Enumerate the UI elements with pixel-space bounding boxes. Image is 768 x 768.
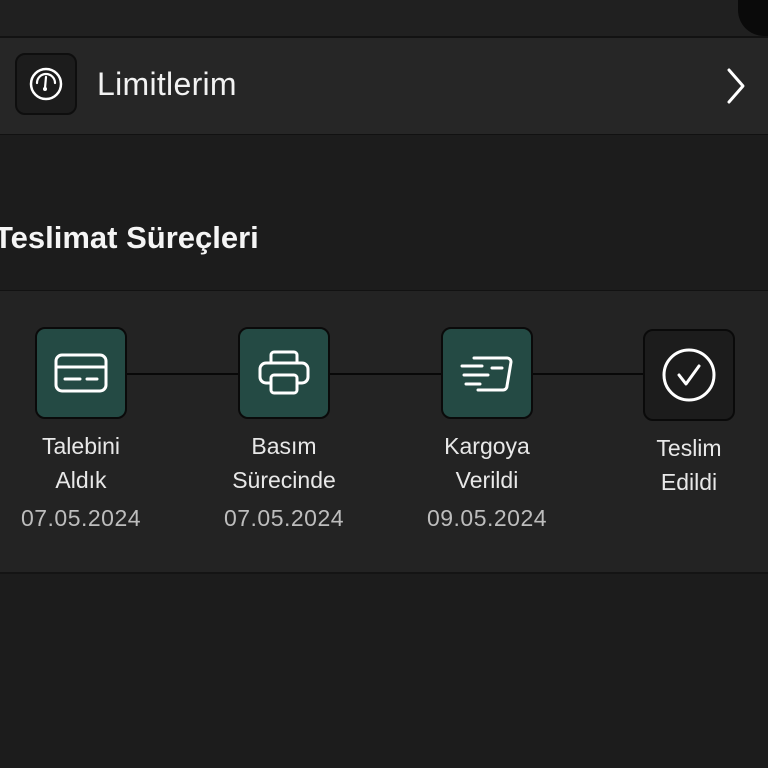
gauge-icon: [15, 53, 77, 115]
step-printing: Basım Sürecinde 07.05.2024: [184, 327, 384, 532]
chevron-right-icon[interactable]: [724, 66, 748, 106]
step-delivered: Teslim Edildi: [589, 329, 768, 507]
step-date: 09.05.2024: [426, 505, 548, 531]
top-header-strip: [0, 0, 768, 38]
limits-row[interactable]: Limitlerim: [0, 38, 768, 135]
credit-card-icon: [35, 327, 127, 419]
delivery-status-screen: Limitlerim Teslimat Süreçleri Talebini A…: [0, 0, 768, 768]
step-label: Talebini Aldık: [42, 433, 120, 493]
step-shipped: Kargoya Verildi 09.05.2024: [387, 327, 587, 532]
delivery-steps-card: Talebini Aldık 07.05.2024 Basım Sürecind…: [0, 290, 768, 574]
section-title: Teslimat Süreçleri: [0, 220, 259, 255]
step-label: Kargoya Verildi: [444, 433, 530, 493]
step-request-received: Talebini Aldık 07.05.2024: [0, 327, 181, 532]
limits-label: Limitlerim: [97, 66, 237, 102]
shipping-card-icon: [441, 327, 533, 419]
step-label: Teslim Edildi: [656, 435, 722, 495]
check-circle-icon: [643, 329, 735, 421]
step-date: 07.05.2024: [20, 505, 142, 531]
printer-icon: [238, 327, 330, 419]
step-label: Basım Sürecinde: [232, 433, 336, 493]
step-date: 07.05.2024: [223, 505, 345, 531]
